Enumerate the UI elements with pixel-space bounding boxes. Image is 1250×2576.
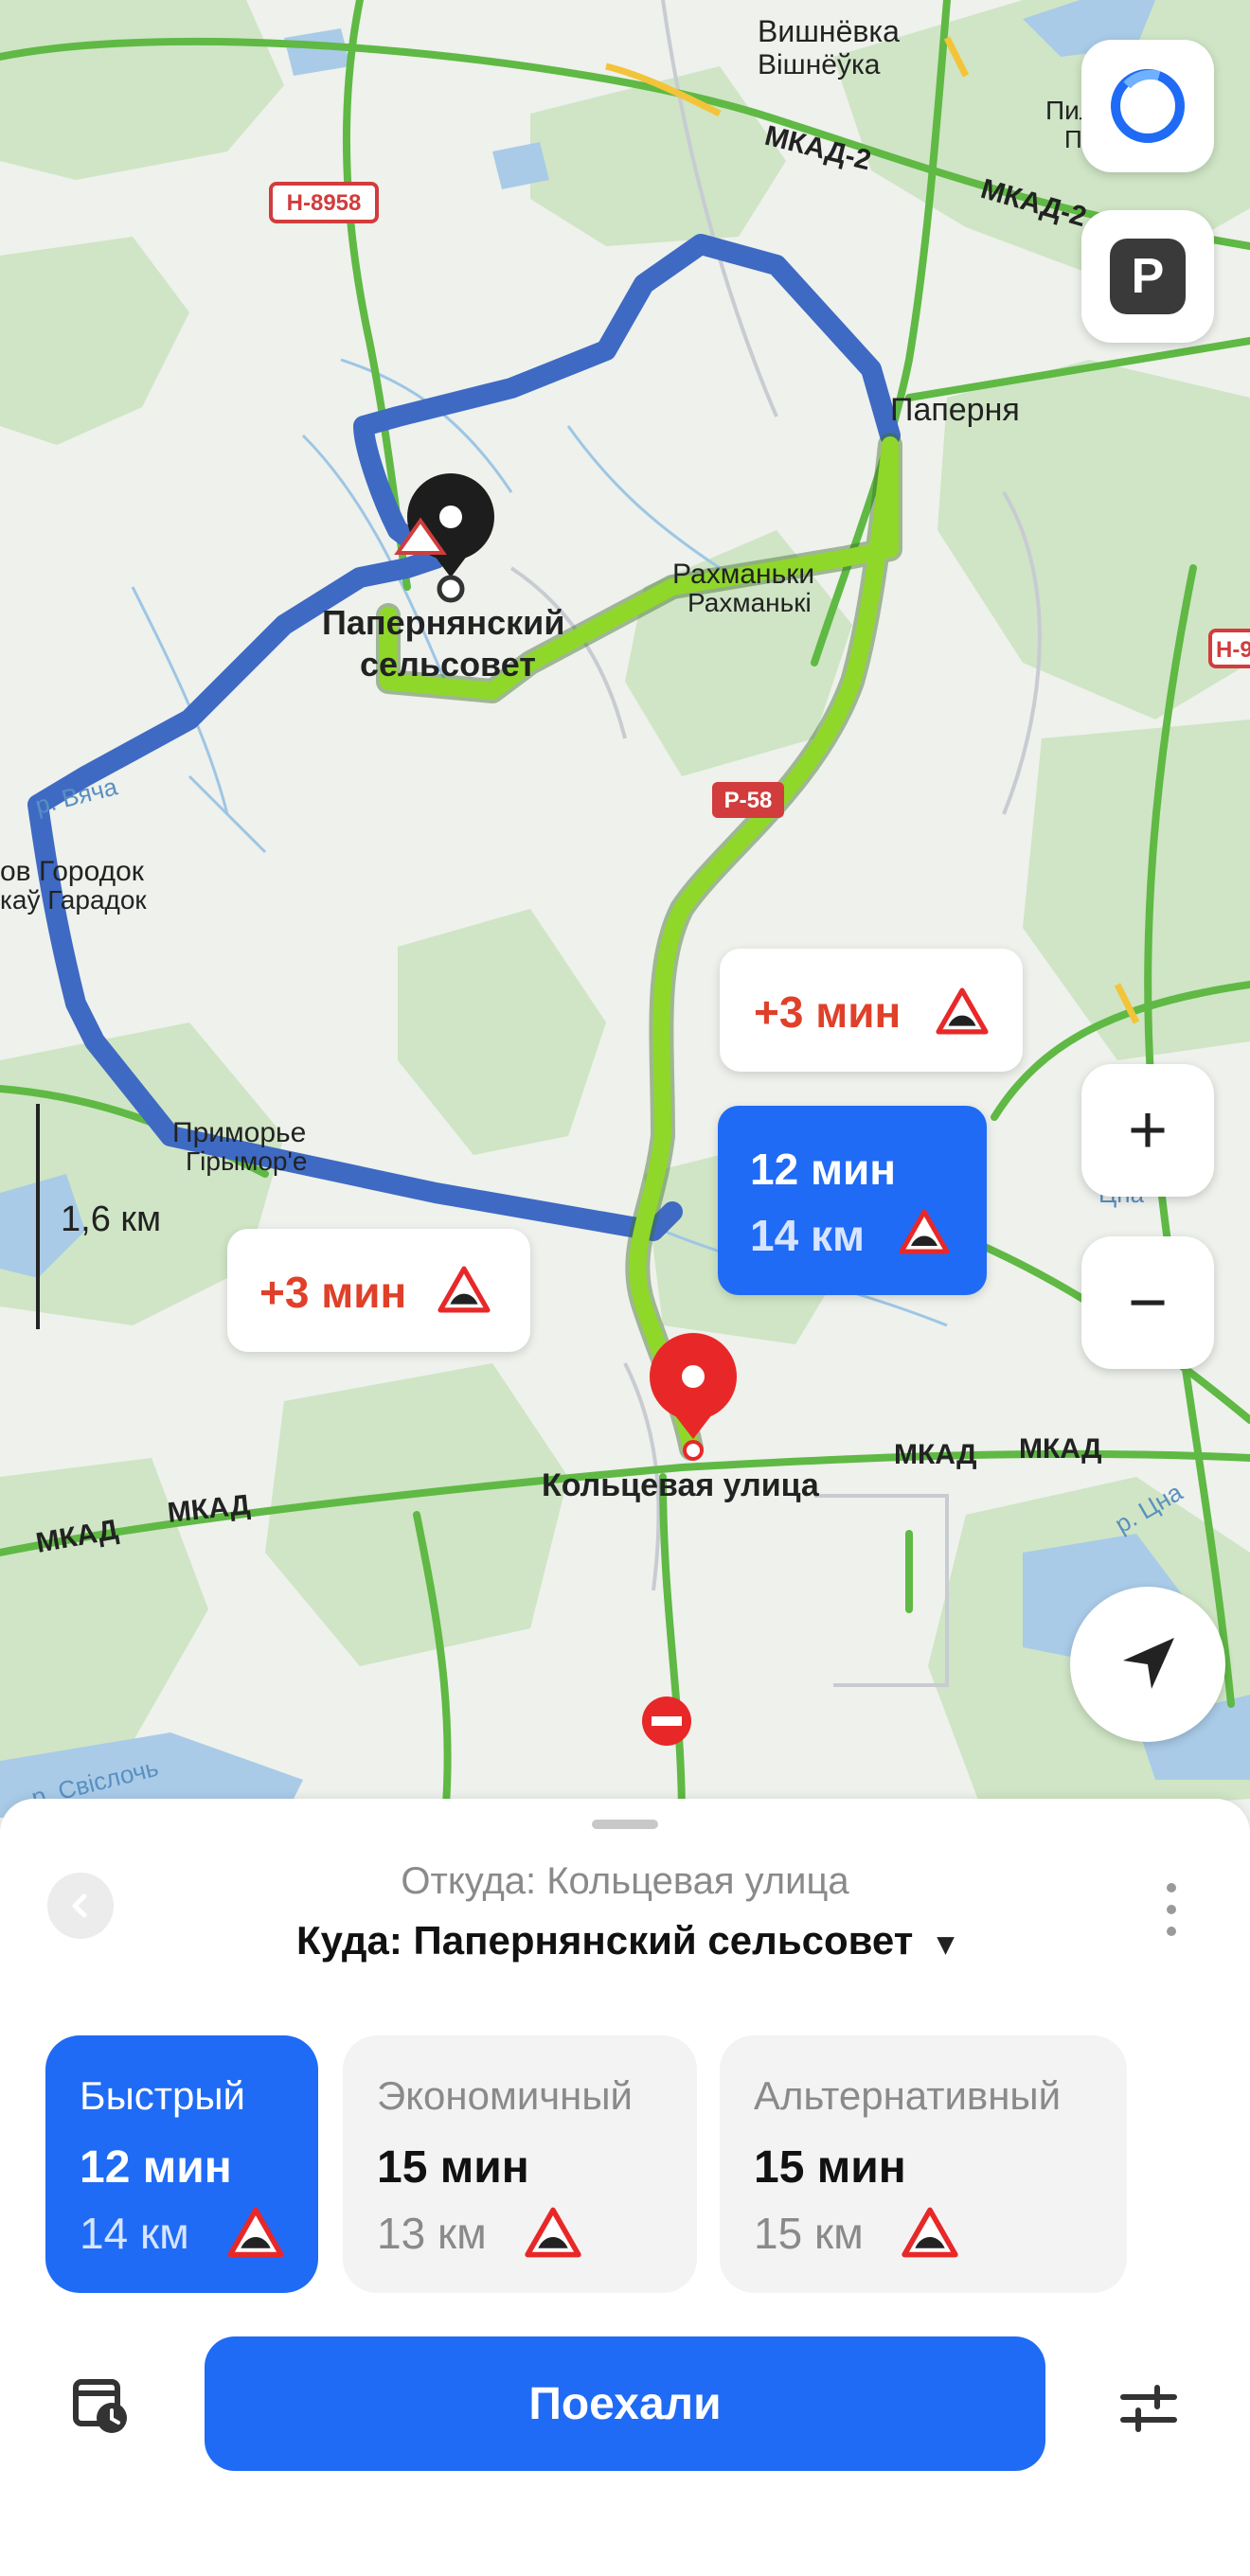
- route-to-label: Куда: Папернянский сельсовет: [295, 1918, 914, 1963]
- navigation-arrow-icon: [1123, 1638, 1174, 1689]
- zoom-in-button[interactable]: +: [1081, 1064, 1214, 1197]
- route-distance: 14 км: [750, 1211, 865, 1260]
- place-label: Гірымор'е: [186, 1146, 307, 1176]
- route-option-distance: 15 км: [754, 2209, 864, 2258]
- speed-bump-icon: [902, 2207, 958, 2258]
- speed-bump-icon: [525, 2207, 581, 2258]
- route-option-title: Экономичный: [377, 2073, 634, 2118]
- place-label: Рахманьки: [672, 559, 814, 590]
- alt-route-bubble[interactable]: +3 мин: [227, 1229, 530, 1352]
- shield-label: Н-8958: [287, 190, 362, 216]
- sliders-icon[interactable]: [1116, 2376, 1182, 2443]
- road-shield-n9: Н-9: [1208, 629, 1250, 668]
- shield-label: Н-9: [1216, 637, 1250, 663]
- locate-me-button[interactable]: [1070, 1587, 1225, 1742]
- route-option-time: 15 мин: [377, 2142, 529, 2193]
- place-label: ов Городок: [0, 856, 145, 887]
- shield-label: Р-58: [724, 788, 773, 813]
- road-label: МКАД: [894, 1439, 976, 1470]
- route-time: 12 мин: [750, 1145, 897, 1194]
- place-label: Вишнёвка: [758, 14, 900, 48]
- road-shield-r58: Р-58: [712, 782, 784, 818]
- sheet-drag-handle[interactable]: [592, 1820, 658, 1829]
- more-vertical-icon[interactable]: [1157, 1876, 1186, 1943]
- route-option-title: Быстрый: [80, 2073, 245, 2118]
- route-option-distance: 13 км: [377, 2209, 487, 2258]
- alt-route-delay: +3 мин: [259, 1268, 407, 1317]
- place-label: каў Гарадок: [0, 885, 147, 915]
- scale-label: 1,6 км: [61, 1199, 161, 1239]
- no-entry-icon: [642, 1697, 691, 1746]
- go-button[interactable]: Поехали: [205, 2336, 1045, 2471]
- route-option-distance: 14 км: [80, 2209, 189, 2258]
- speed-bump-icon: [899, 1209, 950, 1254]
- parking-icon: P: [1110, 239, 1186, 314]
- route-option-alternative[interactable]: Альтернативный 15 мин 15 км: [720, 2035, 1127, 2293]
- parking-button[interactable]: P: [1081, 210, 1214, 343]
- place-label: Кольцевая улица: [542, 1467, 820, 1503]
- route-option-title: Альтернативный: [754, 2073, 1062, 2118]
- place-label: Паперня: [890, 392, 1020, 428]
- place-label: Папернянский: [322, 603, 564, 642]
- alice-icon: [1111, 69, 1185, 143]
- chevron-down-icon: ▾: [937, 1926, 955, 1962]
- place-label: Вішнёўка: [758, 49, 881, 80]
- selected-route-bubble[interactable]: 12 мин 14 км: [718, 1106, 987, 1295]
- minus-icon: −: [1127, 1265, 1169, 1341]
- speed-bump-icon: [438, 1266, 491, 1313]
- calendar-clock-icon[interactable]: [68, 2372, 134, 2439]
- road-shield-n8958: Н-8958: [269, 182, 379, 223]
- alt-route-delay: +3 мин: [754, 987, 902, 1037]
- route-from[interactable]: Откуда: Кольцевая улица: [0, 1860, 1250, 1903]
- speed-bump-icon: [227, 2207, 284, 2258]
- alice-assistant-button[interactable]: [1081, 40, 1214, 172]
- road-label: МКАД: [1019, 1433, 1101, 1465]
- place-label: Рахманькі: [688, 588, 812, 617]
- route-bottom-sheet: Откуда: Кольцевая улица Куда: Папернянск…: [0, 1799, 1250, 2576]
- route-option-time: 15 мин: [754, 2142, 906, 2193]
- route-to[interactable]: Куда: Папернянский сельсовет ▾: [0, 1918, 1250, 1963]
- speed-bump-icon: [936, 987, 989, 1035]
- route-option-economy[interactable]: Экономичный 15 мин 13 км: [343, 2035, 697, 2293]
- route-option-fast[interactable]: Быстрый 12 мин 14 км: [45, 2035, 318, 2293]
- place-label: Приморье: [172, 1117, 306, 1148]
- zoom-out-button[interactable]: −: [1081, 1236, 1214, 1369]
- plus-icon: +: [1127, 1093, 1169, 1168]
- place-label: сельсовет: [360, 645, 536, 684]
- map[interactable]: Н-8958 Р-58 Н-9 Вишнёвка Вішнёўка Паперн…: [0, 0, 1250, 1818]
- route-option-time: 12 мин: [80, 2142, 232, 2193]
- alt-route-bubble[interactable]: +3 мин: [720, 949, 1023, 1072]
